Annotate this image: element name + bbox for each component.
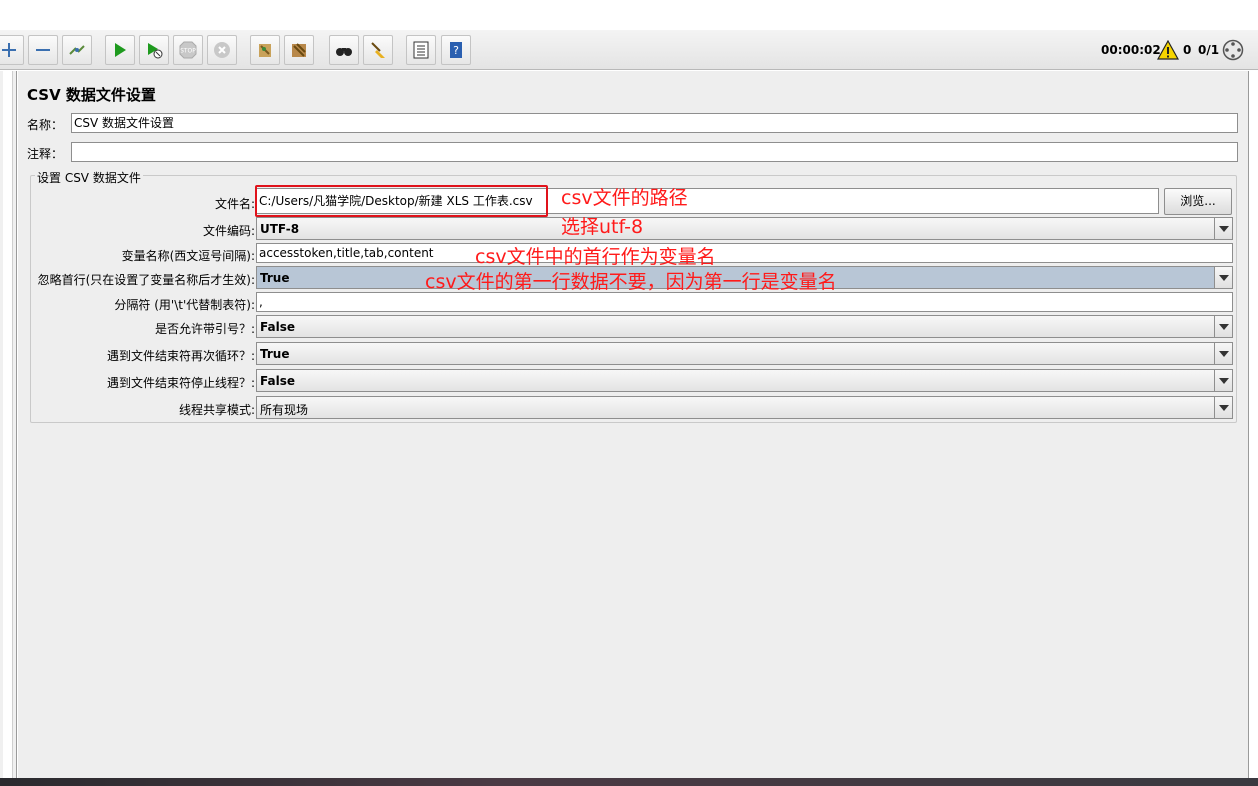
comment-input[interactable] (71, 142, 1238, 162)
stop-thread-value: False (260, 374, 295, 388)
stop-icon: STOP (179, 41, 197, 59)
annotation-header: csv文件中的首行作为变量名 (475, 246, 716, 268)
encoding-value: UTF-8 (260, 222, 300, 236)
broom-all-icon (292, 43, 306, 57)
toolbar: STOP ? 00:00:02 0 0/1 (0, 30, 1258, 70)
clear-button[interactable] (250, 35, 280, 65)
svg-text:?: ? (453, 44, 459, 57)
warning-icon[interactable] (1157, 40, 1179, 60)
share-mode-value: 所有现场 (260, 403, 309, 417)
start-no-pauses-button[interactable] (139, 35, 169, 65)
stop-thread-select[interactable]: False (256, 369, 1233, 392)
play-icon (115, 43, 126, 57)
annotation-path: csv文件的路径 (561, 187, 688, 209)
test-plan-tree[interactable] (0, 71, 17, 778)
filename-label: 文件名: (214, 197, 255, 211)
chevron-down-icon[interactable] (1214, 316, 1232, 337)
warning-count: 0 (1183, 43, 1192, 57)
varnames-label: 变量名称(西文逗号间隔): (121, 249, 255, 263)
page-title: CSV 数据文件设置 (27, 86, 156, 104)
binoculars-icon (336, 48, 352, 56)
stop-button[interactable]: STOP (173, 35, 203, 65)
play-no-timer-icon (148, 43, 163, 59)
shutdown-icon (214, 42, 230, 58)
recycle-value: True (260, 347, 290, 361)
help-book-icon: ? (450, 42, 462, 58)
plus-icon (2, 43, 16, 57)
name-label: 名称： (27, 118, 64, 132)
run-status-icon (1222, 39, 1244, 61)
quoted-label: 是否允许带引号？: (154, 322, 255, 336)
reset-search-button[interactable] (363, 35, 393, 65)
annotation-skip-first: csv文件的第一行数据不要，因为第一行是变量名 (425, 271, 837, 293)
ignore-first-label: 忽略首行(只在设置了变量名称后才生效): (37, 273, 255, 287)
quoted-select[interactable]: False (256, 315, 1233, 338)
chevron-down-icon[interactable] (1214, 343, 1232, 364)
help-button[interactable]: ? (441, 35, 471, 65)
list-icon (413, 41, 429, 59)
toggle-button[interactable] (62, 35, 92, 65)
encoding-select[interactable]: UTF-8 (256, 217, 1233, 240)
recycle-select[interactable]: True (256, 342, 1233, 365)
toggle-icon (69, 45, 85, 55)
chevron-down-icon[interactable] (1214, 397, 1232, 418)
window-top-bar (0, 0, 1258, 30)
group-title: 设置 CSV 数据文件 (35, 169, 143, 186)
right-scroll-edge (1248, 71, 1258, 778)
quoted-value: False (260, 320, 295, 334)
chevron-down-icon[interactable] (1214, 218, 1232, 239)
expand-all-button[interactable] (0, 35, 24, 65)
function-helper-button[interactable] (406, 35, 436, 65)
share-mode-select[interactable]: 所有现场 (256, 396, 1233, 419)
csv-config-panel: CSV 数据文件设置 名称： CSV 数据文件设置 注释： 设置 CSV 数据文… (18, 71, 1248, 778)
active-threads: 0/1 (1198, 43, 1220, 57)
path-highlight-box (255, 185, 548, 217)
broom-icon (259, 44, 271, 57)
browse-button[interactable]: 浏览... (1164, 188, 1232, 215)
chevron-down-icon[interactable] (1214, 370, 1232, 391)
collapse-all-button[interactable] (28, 35, 58, 65)
sweep-icon (371, 42, 385, 58)
recycle-label: 遇到文件结束符再次循环？: (106, 349, 255, 363)
clear-all-button[interactable] (284, 35, 314, 65)
share-mode-label: 线程共享模式: (178, 403, 255, 417)
comment-label: 注释： (27, 147, 64, 161)
stop-thread-label: 遇到文件结束符停止线程？: (106, 376, 255, 390)
annotation-utf8: 选择utf-8 (561, 216, 644, 238)
elapsed-timer: 00:00:02 (1101, 43, 1161, 57)
delimiter-label: 分隔符 (用'\t'代替制表符): (114, 298, 255, 312)
chevron-down-icon[interactable] (1214, 267, 1232, 288)
start-button[interactable] (105, 35, 135, 65)
encoding-label: 文件编码: (202, 224, 255, 238)
svg-text:STOP: STOP (180, 48, 196, 55)
name-input[interactable]: CSV 数据文件设置 (71, 113, 1238, 133)
search-button[interactable] (329, 35, 359, 65)
shutdown-button[interactable] (207, 35, 237, 65)
ignore-first-value: True (260, 271, 290, 285)
varnames-input[interactable]: accesstoken,title,tab,content (256, 243, 1233, 263)
minus-icon (36, 49, 50, 51)
delimiter-input[interactable]: , (256, 292, 1233, 312)
desktop-edge (0, 778, 1258, 786)
